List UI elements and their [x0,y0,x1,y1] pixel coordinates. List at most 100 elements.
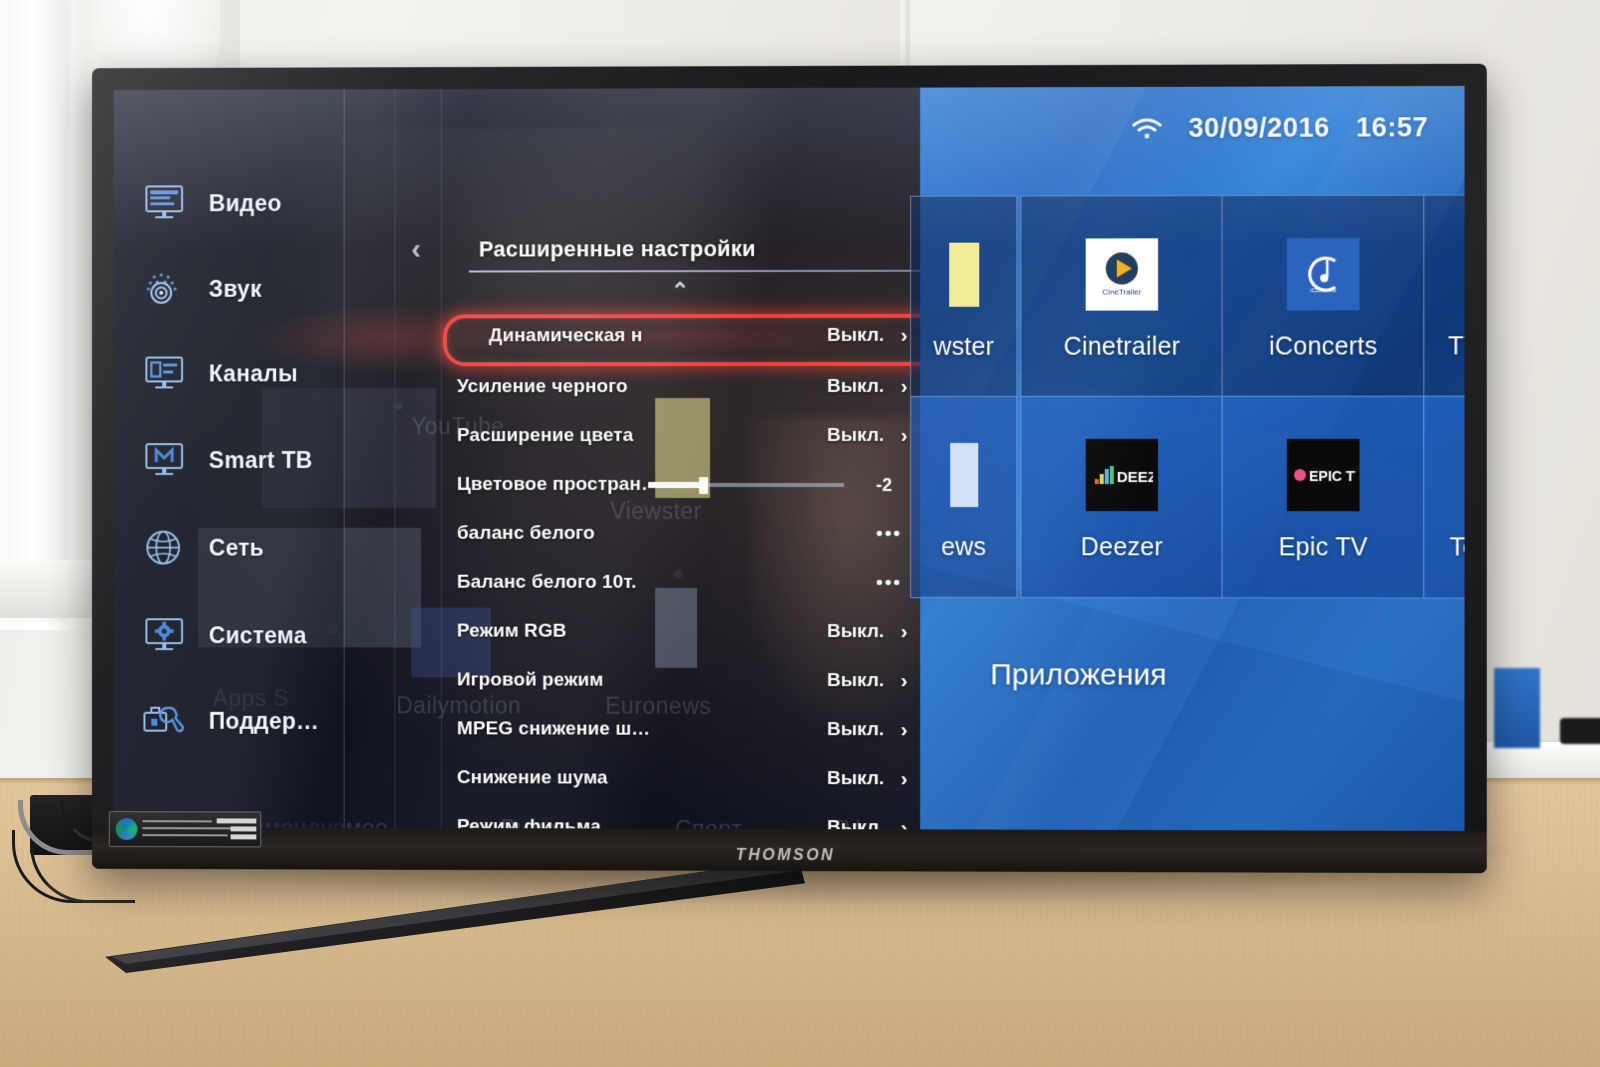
viewster-icon [922,232,1006,316]
setting-value: Выкл. [826,768,885,790]
sidebar-item-label: Видео [208,189,282,216]
apps-section-label: Приложения [990,658,1167,692]
app-tile-label: iConcerts [1269,331,1378,361]
sidebar-item-network[interactable]: Сеть [141,528,389,568]
status-time: 16:57 [1355,112,1429,143]
deezer-icon: DEEZER [1080,432,1164,516]
svg-text:DEEZER: DEEZER [1117,468,1153,485]
sidebar-item-system[interactable]: Система [141,615,389,655]
ellipsis-icon: ••• [876,572,903,594]
sidebar-divider-2 [394,89,396,828]
system-gear-icon [141,615,187,655]
app-tile-deezer[interactable]: DEEZER Deezer [1020,395,1224,599]
app-tile-epic-tv[interactable]: EPIC TV Epic TV [1221,395,1426,599]
setting-value: -2 [876,474,893,495]
title-underline [468,269,921,273]
television: YouTube Viewster Dailymotion Euronews Ре… [91,63,1487,874]
dark-object [1560,718,1600,744]
sidebar-item-smart-tv[interactable]: Smart TB [141,440,389,480]
chevron-right-icon: › [900,767,908,791]
sidebar-item-video[interactable]: Видео [141,183,389,223]
advanced-settings-panel: Расширенные настройки ⌃ Динамическая н В… [437,88,951,831]
app-tile-euronews[interactable]: ews [910,395,1018,599]
setting-row-white-balance-10p[interactable]: Баланс белого 10т. ••• [457,565,914,601]
sidebar-item-label: Поддер… [208,707,320,734]
iconcerts-icon: iConcerts [1281,231,1366,315]
setting-row-game-mode[interactable]: Игровой режим Выкл. › [457,662,914,699]
setting-row-black-boost[interactable]: Усиление черного Выкл. › [457,369,914,405]
smart-tv-icon [141,440,187,480]
setting-label: MPEG снижение ш… [456,718,651,740]
setting-row-white-balance[interactable]: баланс белого ••• [457,516,914,552]
app-tile-toc[interactable]: Toc [1423,395,1465,599]
app-tile-label: wster [933,332,995,361]
app-tile-iconcerts[interactable]: iConcerts iConcerts [1221,194,1426,398]
euronews-icon [922,432,1006,516]
setting-value: Выкл. [826,424,885,446]
blue-object [1494,668,1540,748]
svg-text:CineTrailer: CineTrailer [1102,287,1141,296]
app-tile-label: ews [941,532,987,561]
setting-row-rgb-mode[interactable]: Режим RGB Выкл. › [457,614,914,651]
sidebar-item-sound[interactable]: Звук [141,269,389,309]
video-monitor-icon [141,183,187,223]
sticker-disc-icon [115,818,138,841]
page-title: Расширенные настройки [478,236,756,262]
sidebar-item-support[interactable]: Поддер… [141,701,389,741]
setting-label: Снижение шума [456,767,608,789]
chevron-right-icon: › [900,620,908,644]
sidebar-item-label: Звук [208,275,262,302]
sound-speaker-icon [141,269,187,309]
status-bar: 30/09/2016 16:57 [1132,112,1428,144]
setting-row-noise-reduction[interactable]: Снижение шума Выкл. › [457,760,914,797]
tv-screen: YouTube Viewster Dailymotion Euronews Ре… [113,85,1465,831]
wifi-icon [1132,116,1162,140]
settings-menu: Видео Звук Каналы Smart TB Сеть Система … [113,88,951,831]
svg-text:iConcerts: iConcerts [1310,288,1336,294]
tv-bottom-bezel: THOMSON [91,826,1487,874]
brand-logo: THOMSON [735,846,836,865]
setting-row-mpeg-noise-reduction[interactable]: MPEG снижение ш… Выкл. › [457,711,914,748]
cinetrailer-icon: CineTrailer [1080,232,1164,316]
app-tile-tv[interactable]: TV [1423,194,1465,398]
setting-label: баланс белого [456,522,595,544]
app-tile-label: Deezer [1080,532,1163,561]
setting-value: Выкл. [826,324,885,346]
setting-label: Усиление черного [456,376,628,398]
setting-label: Динамическая н [488,325,643,347]
setting-row-dynamic-contrast[interactable]: Динамическая н Выкл. › [457,318,914,354]
app-tile-label: Cinetrailer [1063,332,1181,361]
sidebar-item-label: Система [208,621,307,648]
setting-label: Режим RGB [456,620,567,642]
apps-section[interactable]: Приложения [920,596,1465,831]
chevron-right-icon: › [900,718,908,742]
chevron-left-icon[interactable]: ‹ [411,233,421,267]
svg-text:EPIC TV: EPIC TV [1309,467,1355,483]
app-tile-grid: wster CineTrailer Cinetrailer iConcerts … [910,194,1465,599]
ellipsis-icon: ••• [876,523,903,545]
setting-value: Выкл. [826,375,885,397]
setting-value: Выкл. [826,621,885,643]
setting-label: Баланс белого 10т. [456,571,637,593]
app-tile-cinetrailer[interactable]: CineTrailer Cinetrailer [1020,195,1224,398]
scroll-up-icon[interactable]: ⌃ [441,278,920,305]
smart-hub-panel: 30/09/2016 16:57 wster CineTrailer Cinet… [910,85,1465,831]
color-space-slider[interactable] [648,476,845,494]
window-pane [8,0,66,620]
status-date: 30/09/2016 [1188,112,1330,143]
app-tile-label: Epic TV [1278,532,1368,561]
setting-value: Выкл. [826,719,885,741]
slider-knob[interactable] [698,476,708,494]
channels-icon [141,354,187,394]
app-tile-label: TV [1448,331,1465,360]
setting-row-color-space[interactable]: Цветовое простран… -2 [457,467,914,503]
setting-row-color-expansion[interactable]: Расширение цвета Выкл. › [457,418,914,454]
sidebar-item-channels[interactable]: Каналы [141,353,389,393]
setting-label: Игровой режим [456,669,604,691]
sidebar-item-label: Smart TB [208,446,313,473]
setting-label: Расширение цвета [456,425,634,447]
sidebar-item-label: Каналы [208,359,298,386]
globe-network-icon [141,528,187,568]
sidebar-item-label: Сеть [208,534,264,561]
app-tile-viewster[interactable]: wster [910,195,1018,398]
